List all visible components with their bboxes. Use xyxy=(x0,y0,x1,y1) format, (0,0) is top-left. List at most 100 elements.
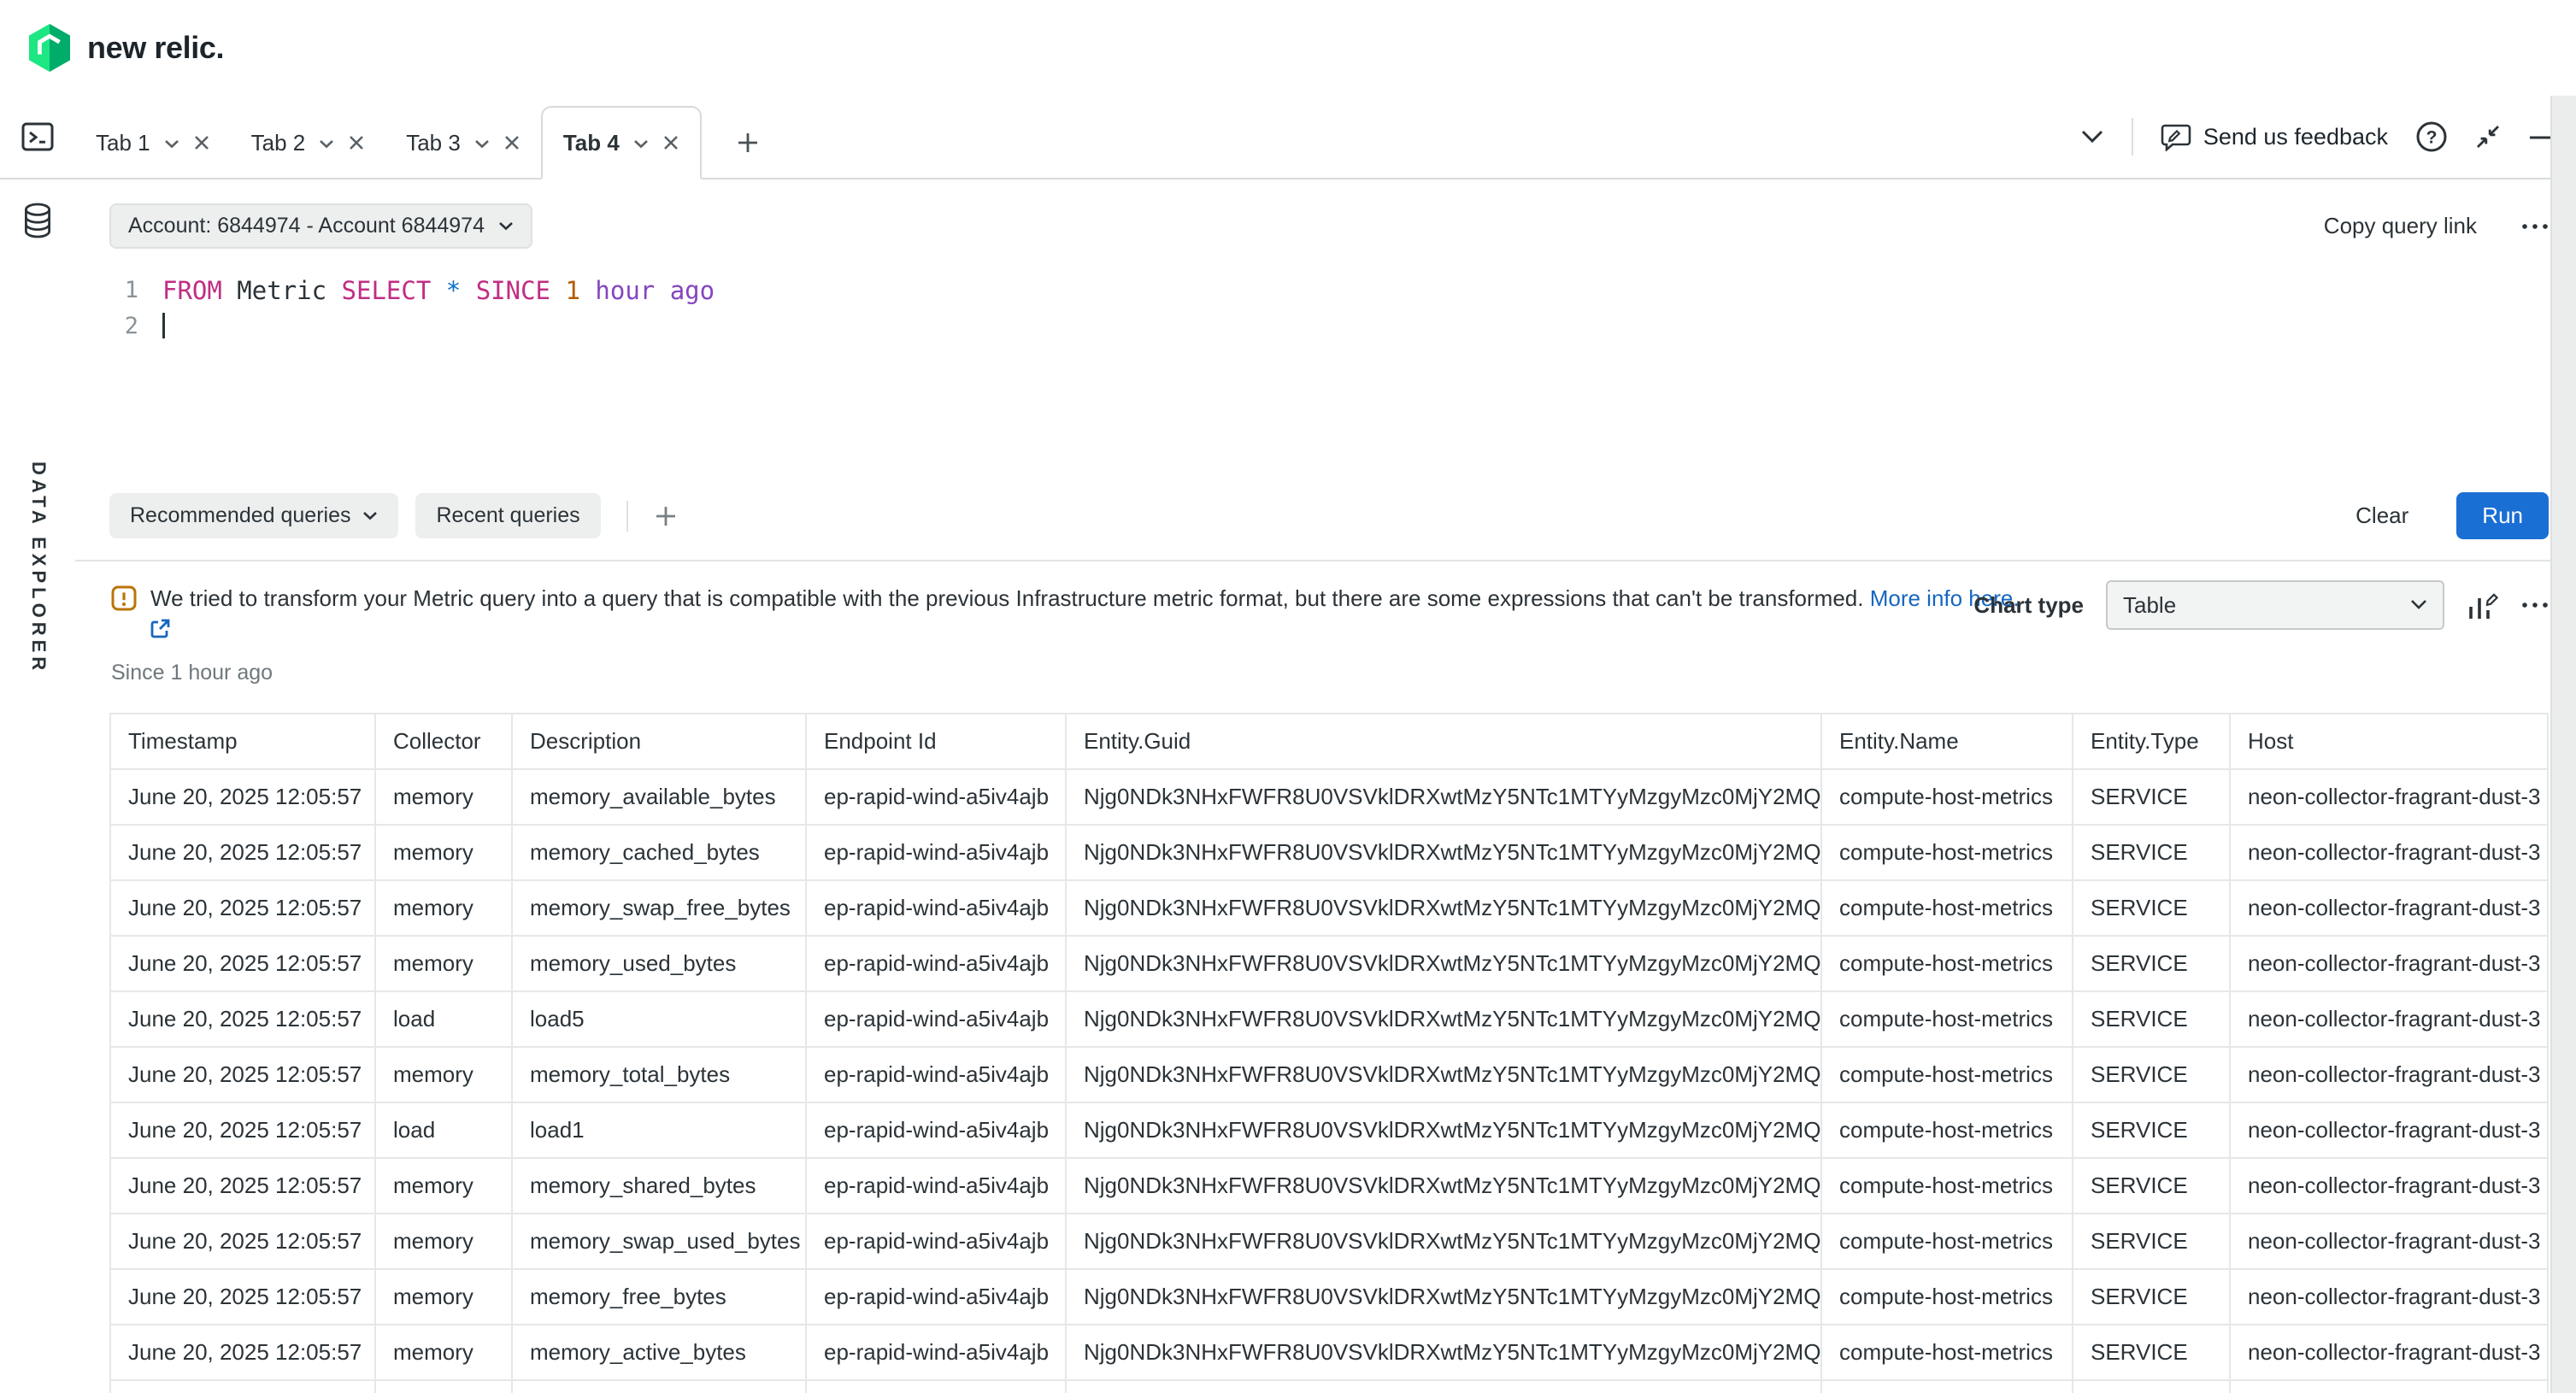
recommended-queries-button[interactable]: Recommended queries xyxy=(109,493,398,538)
column-header[interactable]: Entity.Guid xyxy=(1066,714,1821,769)
table-row[interactable]: June 20, 2025 12:05:57memorymemory_used_… xyxy=(110,936,2548,991)
table-row[interactable]: June 20, 2025 12:05:57memorymemory_activ… xyxy=(110,1325,2548,1380)
chevron-down-icon[interactable] xyxy=(474,139,490,150)
tab-strip: Tab 1 Tab 2 Tab 3 Tab 4 xyxy=(75,96,773,178)
add-tab-button[interactable] xyxy=(722,108,773,178)
editor-line[interactable]: 1FROM Metric SELECT * SINCE 1 hour ago xyxy=(116,273,2576,309)
collapse-icon[interactable] xyxy=(2475,124,2501,150)
code-token: hour ago xyxy=(580,276,715,305)
column-header[interactable]: Timestamp xyxy=(110,714,375,769)
tab-label: Tab 2 xyxy=(251,130,306,156)
help-button[interactable]: ? xyxy=(2415,120,2448,153)
table-row[interactable]: June 20, 2025 12:05:57memorymemory_cache… xyxy=(110,825,2548,880)
tab-2[interactable]: Tab 2 xyxy=(231,108,386,178)
chevron-down-icon[interactable] xyxy=(164,139,179,150)
tab-label: Tab 3 xyxy=(406,130,461,156)
tab-bar-actions: Send us feedback ? xyxy=(2080,96,2576,178)
chart-type-select[interactable]: Table xyxy=(2106,580,2444,630)
recent-queries-button[interactable]: Recent queries xyxy=(415,493,600,538)
tab-label: Tab 1 xyxy=(96,130,150,156)
table-cell: neon-collector-fragrant-dust-3 xyxy=(2230,880,2548,936)
new-relic-mark-icon xyxy=(27,24,72,72)
column-header[interactable]: Endpoint Id xyxy=(806,714,1066,769)
code-token: SINCE xyxy=(476,276,550,305)
send-feedback-button[interactable]: Send us feedback xyxy=(2161,122,2388,151)
chevron-down-icon[interactable] xyxy=(319,139,334,150)
tab-3[interactable]: Tab 3 xyxy=(385,108,541,178)
new-relic-logo[interactable]: new relic. xyxy=(27,24,224,72)
table-row[interactable]: June 20, 2025 12:05:57memorymemory_swap_… xyxy=(110,1214,2548,1269)
table-cell: June 20, 2025 12:05:57 xyxy=(110,1380,375,1393)
table-cell: Njg0NDk3NHxFWFR8U0VSVklDRXwtMzY5NTc1MTYy… xyxy=(1066,1158,1821,1214)
table-row[interactable]: June 20, 2025 12:05:57memorymemory_avail… xyxy=(110,769,2548,825)
code-token: * xyxy=(446,276,461,305)
minimize-icon[interactable] xyxy=(2528,125,2552,149)
text-cursor xyxy=(162,313,165,338)
code-text: FROM Metric SELECT * SINCE 1 hour ago xyxy=(162,273,715,309)
right-gutter xyxy=(2550,96,2576,1393)
table-row[interactable]: June 20, 2025 12:05:57loadload5ep-rapid-… xyxy=(110,991,2548,1047)
table-cell: Njg0NDk3NHxFWFR8U0VSVklDRXwtMzY5NTc1MTYy… xyxy=(1066,991,1821,1047)
table-cell: compute-host-metrics xyxy=(1821,1325,2073,1380)
chevron-down-icon xyxy=(2410,599,2427,611)
table-cell: ep-rapid-wind-a5iv4ajb xyxy=(806,1158,1066,1214)
account-selector[interactable]: Account: 6844974 - Account 6844974 xyxy=(109,203,532,249)
account-row: Account: 6844974 - Account 6844974 Copy … xyxy=(75,179,2576,249)
table-row[interactable]: June 20, 2025 12:05:57memorymemory_share… xyxy=(110,1158,2548,1214)
chevron-down-icon[interactable] xyxy=(633,139,649,150)
table-cell: memory xyxy=(375,1158,512,1214)
table-row[interactable]: June 20, 2025 12:05:57loadload1ep-rapid-… xyxy=(110,1102,2548,1158)
left-rail: DATA EXPLORER xyxy=(0,179,75,1393)
table-cell: Njg0NDk3NHxFWFR8U0VSVklDRXwtMzY5NTc1MTYy… xyxy=(1066,1047,1821,1102)
table-cell: memory_buffers_bytes xyxy=(512,1380,806,1393)
table-cell: Njg0NDk3NHxFWFR8U0VSVklDRXwtMzY5NTc1MTYy… xyxy=(1066,936,1821,991)
table-cell: compute-host-metrics xyxy=(1821,936,2073,991)
table-cell: ep-rapid-wind-a5iv4ajb xyxy=(806,936,1066,991)
column-header[interactable]: Entity.Type xyxy=(2073,714,2230,769)
copy-query-link-button[interactable]: Copy query link xyxy=(2324,213,2477,239)
run-button[interactable]: Run xyxy=(2456,492,2549,539)
column-header[interactable]: Host xyxy=(2230,714,2548,769)
svg-text:?: ? xyxy=(2426,127,2438,147)
chart-edit-icon[interactable] xyxy=(2467,590,2499,620)
close-tab-icon[interactable] xyxy=(503,134,520,151)
table-cell: June 20, 2025 12:05:57 xyxy=(110,880,375,936)
results-table-wrap: TimestampCollectorDescriptionEndpoint Id… xyxy=(75,699,2576,1393)
table-cell: SERVICE xyxy=(2073,936,2230,991)
table-cell: memory_used_bytes xyxy=(512,936,806,991)
query-console-icon[interactable] xyxy=(0,96,75,178)
close-tab-icon[interactable] xyxy=(662,134,679,151)
clear-button[interactable]: Clear xyxy=(2355,503,2408,529)
column-header[interactable]: Entity.Name xyxy=(1821,714,2073,769)
table-cell: ep-rapid-wind-a5iv4ajb xyxy=(806,825,1066,880)
chart-more-icon[interactable] xyxy=(2521,602,2549,608)
close-tab-icon[interactable] xyxy=(193,134,210,151)
table-cell: neon-collector-fragrant-dust-3 xyxy=(2230,825,2548,880)
query-editor[interactable]: 1FROM Metric SELECT * SINCE 1 hour ago2 xyxy=(75,249,2576,479)
table-cell: compute-host-metrics xyxy=(1821,1380,2073,1393)
column-header[interactable]: Collector xyxy=(375,714,512,769)
table-cell: June 20, 2025 12:05:57 xyxy=(110,1214,375,1269)
column-header[interactable]: Description xyxy=(512,714,806,769)
editor-line[interactable]: 2 xyxy=(116,309,2576,344)
tab-overflow-chevron-icon[interactable] xyxy=(2080,129,2104,144)
vertical-divider xyxy=(2132,118,2133,156)
table-cell: June 20, 2025 12:05:57 xyxy=(110,825,375,880)
code-token: SELECT xyxy=(342,276,432,305)
table-cell: SERVICE xyxy=(2073,825,2230,880)
table-cell: memory_free_bytes xyxy=(512,1269,806,1325)
table-row[interactable]: June 20, 2025 12:05:57memorymemory_total… xyxy=(110,1047,2548,1102)
table-row[interactable]: June 20, 2025 12:05:57memorymemory_free_… xyxy=(110,1269,2548,1325)
data-explorer-icon[interactable] xyxy=(21,202,55,239)
add-query-button[interactable] xyxy=(654,504,678,528)
tab-1[interactable]: Tab 1 xyxy=(75,108,231,178)
more-options-icon[interactable] xyxy=(2521,223,2549,230)
close-tab-icon[interactable] xyxy=(348,134,365,151)
table-row[interactable]: June 20, 2025 12:05:57memorymemory_swap_… xyxy=(110,880,2548,936)
tab-4[interactable]: Tab 4 xyxy=(541,106,702,179)
table-cell: neon-collector-fragrant-dust-3 xyxy=(2230,1214,2548,1269)
tab-label: Tab 4 xyxy=(563,130,620,156)
table-row[interactable]: June 20, 2025 12:05:57memorymemory_buffe… xyxy=(110,1380,2548,1393)
external-link-icon[interactable] xyxy=(149,618,171,640)
chart-type-value: Table xyxy=(2123,592,2176,619)
